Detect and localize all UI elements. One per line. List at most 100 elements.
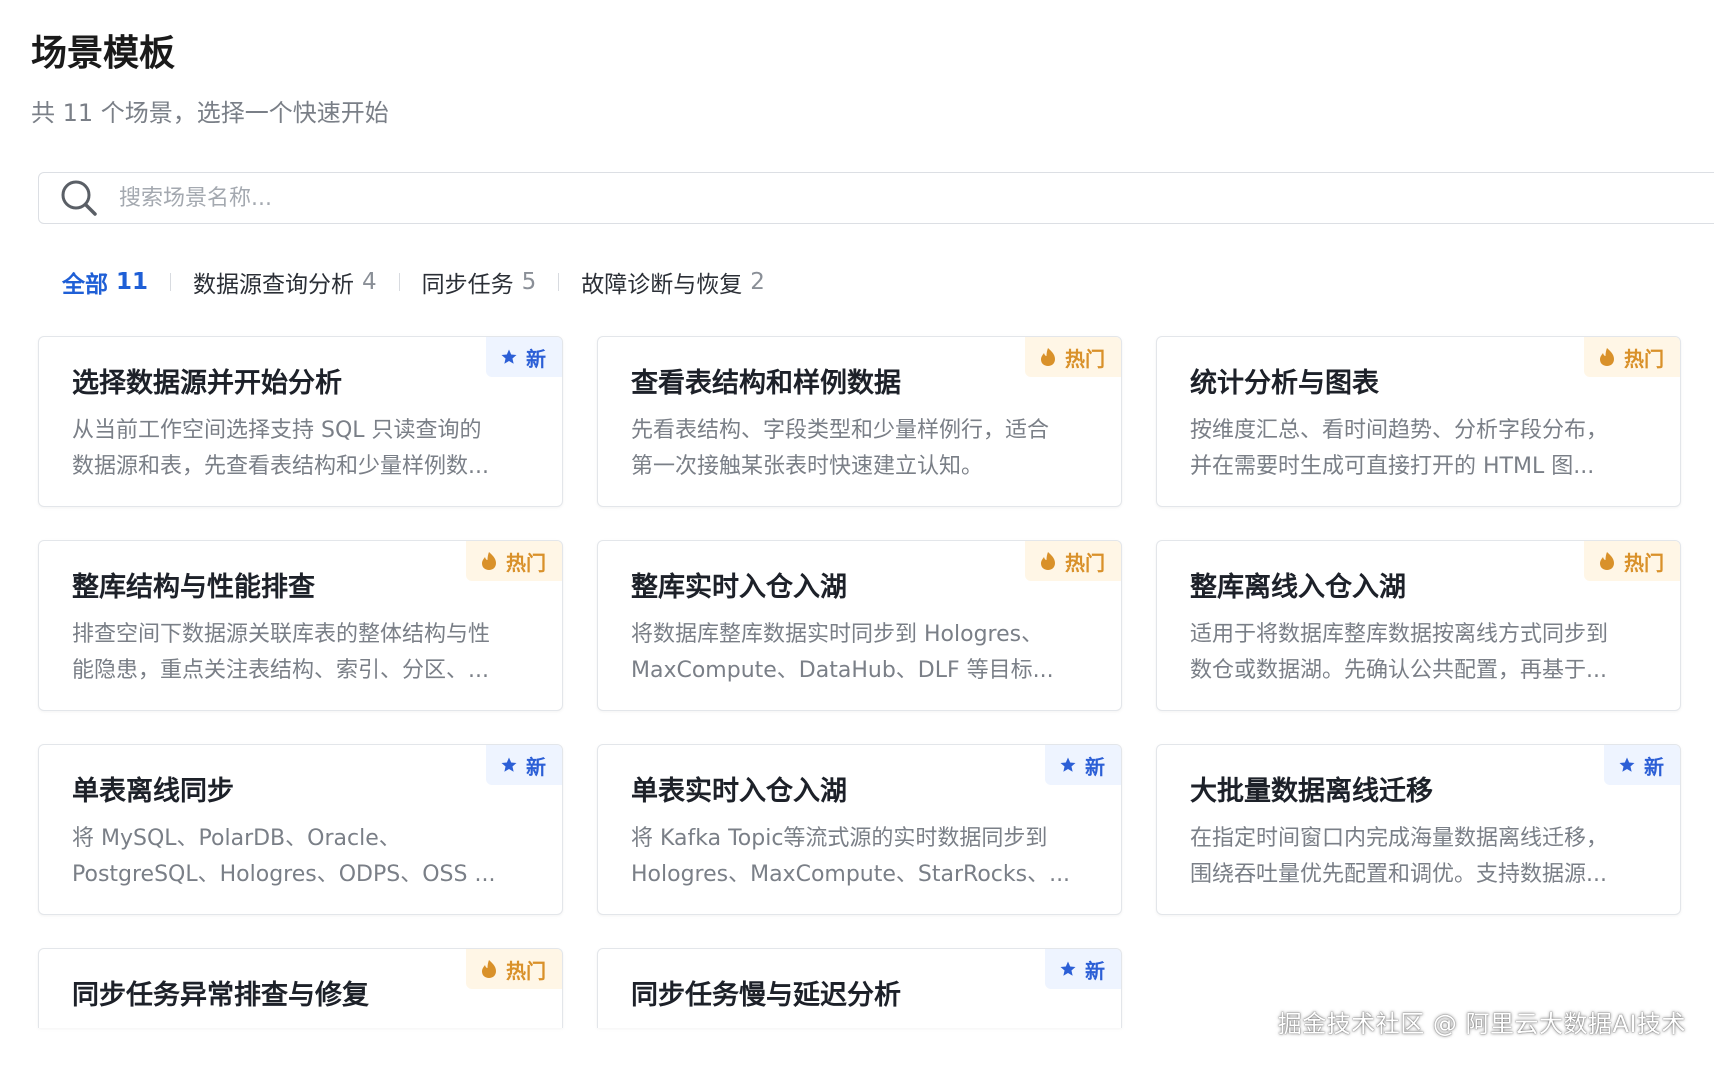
tab-divider	[398, 273, 400, 291]
hot-badge: 热门	[1584, 541, 1680, 581]
tab-count: 5	[521, 269, 537, 295]
badge-label: 新	[526, 754, 546, 779]
description-line: Hologres、MaxCompute、StarRocks、...	[631, 862, 1071, 887]
description-line: 能隐患，重点关注表结构、索引、分区、...	[72, 658, 489, 683]
tab-divider	[558, 273, 560, 291]
badge-label: 热门	[1065, 346, 1105, 371]
watermark: 掘金技术社区 @ 阿里云大数据AI技术	[1277, 1010, 1686, 1038]
badge-label: 热门	[506, 958, 546, 983]
tab-label: 全部	[62, 272, 108, 298]
scenario-card[interactable]: 热门 统计分析与图表 按维度汇总、看时间趋势、分析字段分布， 并在需要时生成可直…	[1156, 336, 1681, 507]
category-tabs: 全部 11 数据源查询分析 4 同步任务 5 故障诊断与恢复 2	[62, 262, 765, 302]
card-title: 整库离线入仓入湖	[1190, 572, 1406, 603]
description-line: MaxCompute、DataHub、DLF 等目标...	[631, 658, 1054, 683]
flame-icon	[1598, 551, 1616, 571]
description-line: 先看表结构、字段类型和少量样例行，适合	[631, 418, 1050, 443]
description-line: 将 MySQL、PolarDB、Oracle、	[72, 826, 401, 851]
card-title: 同步任务异常排查与修复	[72, 980, 369, 1011]
page-title: 场景模板	[31, 33, 176, 74]
new-badge: 新	[1045, 745, 1121, 785]
badge-label: 新	[526, 346, 546, 371]
flame-icon	[1039, 347, 1057, 367]
card-title: 整库结构与性能排查	[72, 572, 315, 603]
star-icon	[500, 348, 518, 366]
hot-badge: 热门	[466, 949, 562, 989]
card-title: 单表实时入仓入湖	[631, 776, 847, 807]
description-line: 从当前工作空间选择支持 SQL 只读查询的	[72, 418, 482, 443]
card-title: 单表离线同步	[72, 776, 234, 807]
card-title: 同步任务慢与延迟分析	[631, 980, 901, 1011]
card-title: 大批量数据离线迁移	[1190, 776, 1433, 807]
description-line: 将数据库整库数据实时同步到 Hologres、	[631, 622, 1044, 647]
badge-label: 热门	[506, 550, 546, 575]
scenario-card[interactable]: 新 大批量数据离线迁移 在指定时间窗口内完成海量数据离线迁移， 围绕吞吐量优先配…	[1156, 744, 1681, 915]
search-box[interactable]	[38, 172, 1714, 224]
description-line: 排查空间下数据源关联库表的整体结构与性	[72, 622, 491, 647]
tab-label: 数据源查询分析	[193, 272, 355, 298]
scenario-card[interactable]: 新 同步任务慢与延迟分析	[597, 948, 1122, 1028]
scenario-card[interactable]: 热门 整库实时入仓入湖 将数据库整库数据实时同步到 Hologres、 MaxC…	[597, 540, 1122, 711]
description-line: 适用于将数据库整库数据按离线方式同步到	[1190, 622, 1609, 647]
scenario-card[interactable]: 热门 整库结构与性能排查 排查空间下数据源关联库表的整体结构与性 能隐患，重点关…	[38, 540, 563, 711]
search-input[interactable]	[119, 179, 1019, 217]
description-line: 第一次接触某张表时快速建立认知。	[631, 454, 984, 479]
tab-count: 11	[116, 269, 149, 295]
description-line: 围绕吞吐量优先配置和调优。支持数据源...	[1190, 862, 1607, 887]
tab-label: 同步任务	[421, 272, 514, 298]
hot-badge: 热门	[1584, 337, 1680, 377]
star-icon	[500, 756, 518, 774]
tab-count: 2	[750, 269, 765, 295]
card-title: 选择数据源并开始分析	[72, 368, 342, 399]
card-description: 排查空间下数据源关联库表的整体结构与性 能隐患，重点关注表结构、索引、分区、..…	[72, 617, 512, 689]
flame-icon	[480, 551, 498, 571]
card-description: 从当前工作空间选择支持 SQL 只读查询的 数据源和表，先查看表结构和少量样例数…	[72, 413, 512, 485]
star-icon	[1618, 756, 1636, 774]
page-subtitle: 共 11 个场景，选择一个快速开始	[31, 99, 389, 127]
card-description: 将 MySQL、PolarDB、Oracle、 PostgreSQL、Holog…	[72, 821, 512, 893]
scenario-card[interactable]: 新 选择数据源并开始分析 从当前工作空间选择支持 SQL 只读查询的 数据源和表…	[38, 336, 563, 507]
scenario-card[interactable]: 热门 同步任务异常排查与修复	[38, 948, 563, 1028]
tab-count: 4	[362, 269, 377, 295]
card-description: 按维度汇总、看时间趋势、分析字段分布， 并在需要时生成可直接打开的 HTML 图…	[1190, 413, 1630, 485]
new-badge: 新	[1604, 745, 1680, 785]
tab-sync-task[interactable]: 同步任务 5	[422, 265, 537, 299]
star-icon	[1059, 960, 1077, 978]
card-description: 将 Kafka Topic等流式源的实时数据同步到 Hologres、MaxCo…	[631, 821, 1071, 893]
flame-icon	[1598, 347, 1616, 367]
scenario-card[interactable]: 热门 整库离线入仓入湖 适用于将数据库整库数据按离线方式同步到 数仓或数据湖。先…	[1156, 540, 1681, 711]
description-line: PostgreSQL、Hologres、ODPS、OSS ...	[72, 862, 496, 887]
badge-label: 热门	[1624, 346, 1664, 371]
description-line: 数仓或数据湖。先确认公共配置，再基于...	[1190, 658, 1607, 683]
card-description: 将数据库整库数据实时同步到 Hologres、 MaxCompute、DataH…	[631, 617, 1071, 689]
tab-label: 故障诊断与恢复	[581, 272, 743, 298]
card-title: 整库实时入仓入湖	[631, 572, 847, 603]
description-line: 按维度汇总、看时间趋势、分析字段分布，	[1190, 418, 1609, 443]
scenario-card[interactable]: 新 单表实时入仓入湖 将 Kafka Topic等流式源的实时数据同步到 Hol…	[597, 744, 1122, 915]
hot-badge: 热门	[466, 541, 562, 581]
new-badge: 新	[486, 337, 562, 377]
description-line: 将 Kafka Topic等流式源的实时数据同步到	[631, 826, 1048, 851]
star-icon	[1059, 756, 1077, 774]
badge-label: 新	[1085, 754, 1105, 779]
card-description: 先看表结构、字段类型和少量样例行，适合 第一次接触某张表时快速建立认知。	[631, 413, 1071, 485]
card-description: 在指定时间窗口内完成海量数据离线迁移， 围绕吞吐量优先配置和调优。支持数据源..…	[1190, 821, 1630, 893]
scenario-card[interactable]: 热门 查看表结构和样例数据 先看表结构、字段类型和少量样例行，适合 第一次接触某…	[597, 336, 1122, 507]
card-description: 适用于将数据库整库数据按离线方式同步到 数仓或数据湖。先确认公共配置，再基于..…	[1190, 617, 1630, 689]
description-line: 并在需要时生成可直接打开的 HTML 图...	[1190, 454, 1595, 479]
hot-badge: 热门	[1025, 337, 1121, 377]
new-badge: 新	[1045, 949, 1121, 989]
search-icon	[61, 180, 97, 216]
badge-label: 新	[1085, 958, 1105, 983]
badge-label: 新	[1644, 754, 1664, 779]
badge-label: 热门	[1065, 550, 1105, 575]
scenario-card[interactable]: 新 单表离线同步 将 MySQL、PolarDB、Oracle、 Postgre…	[38, 744, 563, 915]
tab-fault-diagnosis[interactable]: 故障诊断与恢复 2	[581, 265, 765, 299]
tab-divider	[170, 273, 172, 291]
flame-icon	[480, 959, 498, 979]
tab-datasource-query[interactable]: 数据源查询分析 4	[193, 265, 377, 299]
new-badge: 新	[486, 745, 562, 785]
flame-icon	[1039, 551, 1057, 571]
card-title: 统计分析与图表	[1190, 368, 1379, 399]
tab-all[interactable]: 全部 11	[62, 265, 148, 299]
description-line: 数据源和表，先查看表结构和少量样例数...	[72, 454, 489, 479]
